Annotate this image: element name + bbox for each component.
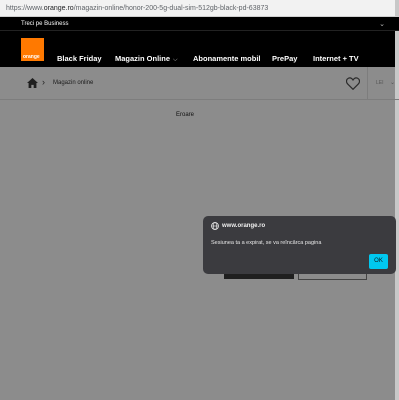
background-button[interactable] [224,274,294,279]
breadcrumb-item-magazin-online[interactable]: Magazin online [53,80,93,86]
ok-button[interactable]: OK [369,254,388,269]
logo-text: orange [23,54,40,60]
main-navbar: orange Black Friday Magazin Online ⌵ Abon… [0,31,399,67]
chevron-down-icon: ⌄ [390,80,396,86]
session-expired-dialog: www.orange.ro Sesiunea ta a expirat, se … [203,216,396,274]
nav-item-magazin-online[interactable]: Magazin Online ⌵ [115,54,178,64]
home-icon[interactable] [27,78,38,88]
dialog-message: Sesiunea ta a expirat, se va reîncărca p… [211,240,322,246]
nav-item-prepay[interactable]: PrePay [272,54,297,63]
business-link[interactable]: Treci pe Business [21,21,68,27]
nav-item-internet-tv[interactable]: Internet + TV [313,54,359,63]
breadcrumb: › Magazin online LEI ⌄ [0,67,399,100]
globe-icon [211,222,219,230]
top-strip: Treci pe Business ⌄ [0,17,399,31]
url-prefix: https://www. [6,5,44,12]
window-scrollbar-edge [395,31,399,67]
nav-item-black-friday[interactable]: Black Friday [57,54,102,63]
currency-label: LEI [376,80,384,86]
browser-address-bar[interactable]: https://www.orange.ro/magazin-online/hon… [0,0,399,17]
dialog-site: www.orange.ro [222,223,266,229]
chevron-down-icon: ⌵ [173,57,178,63]
chevron-right-icon: › [42,77,45,87]
url-path: /magazin-online/honor-200-5g-dual-sim-51… [73,5,269,12]
nav-item-label: Magazin Online [115,54,171,63]
url-host: orange.ro [43,5,74,12]
currency-selector[interactable]: LEI ⌄ [367,67,399,100]
window-scrollbar-edge [395,0,399,16]
heart-icon[interactable] [346,77,360,90]
chevron-down-icon: ⌄ [379,21,385,28]
orange-logo[interactable]: orange [21,38,44,61]
error-message: Eroare [176,112,195,118]
nav-item-abonamente-mobil[interactable]: Abonamente mobil [193,54,261,63]
